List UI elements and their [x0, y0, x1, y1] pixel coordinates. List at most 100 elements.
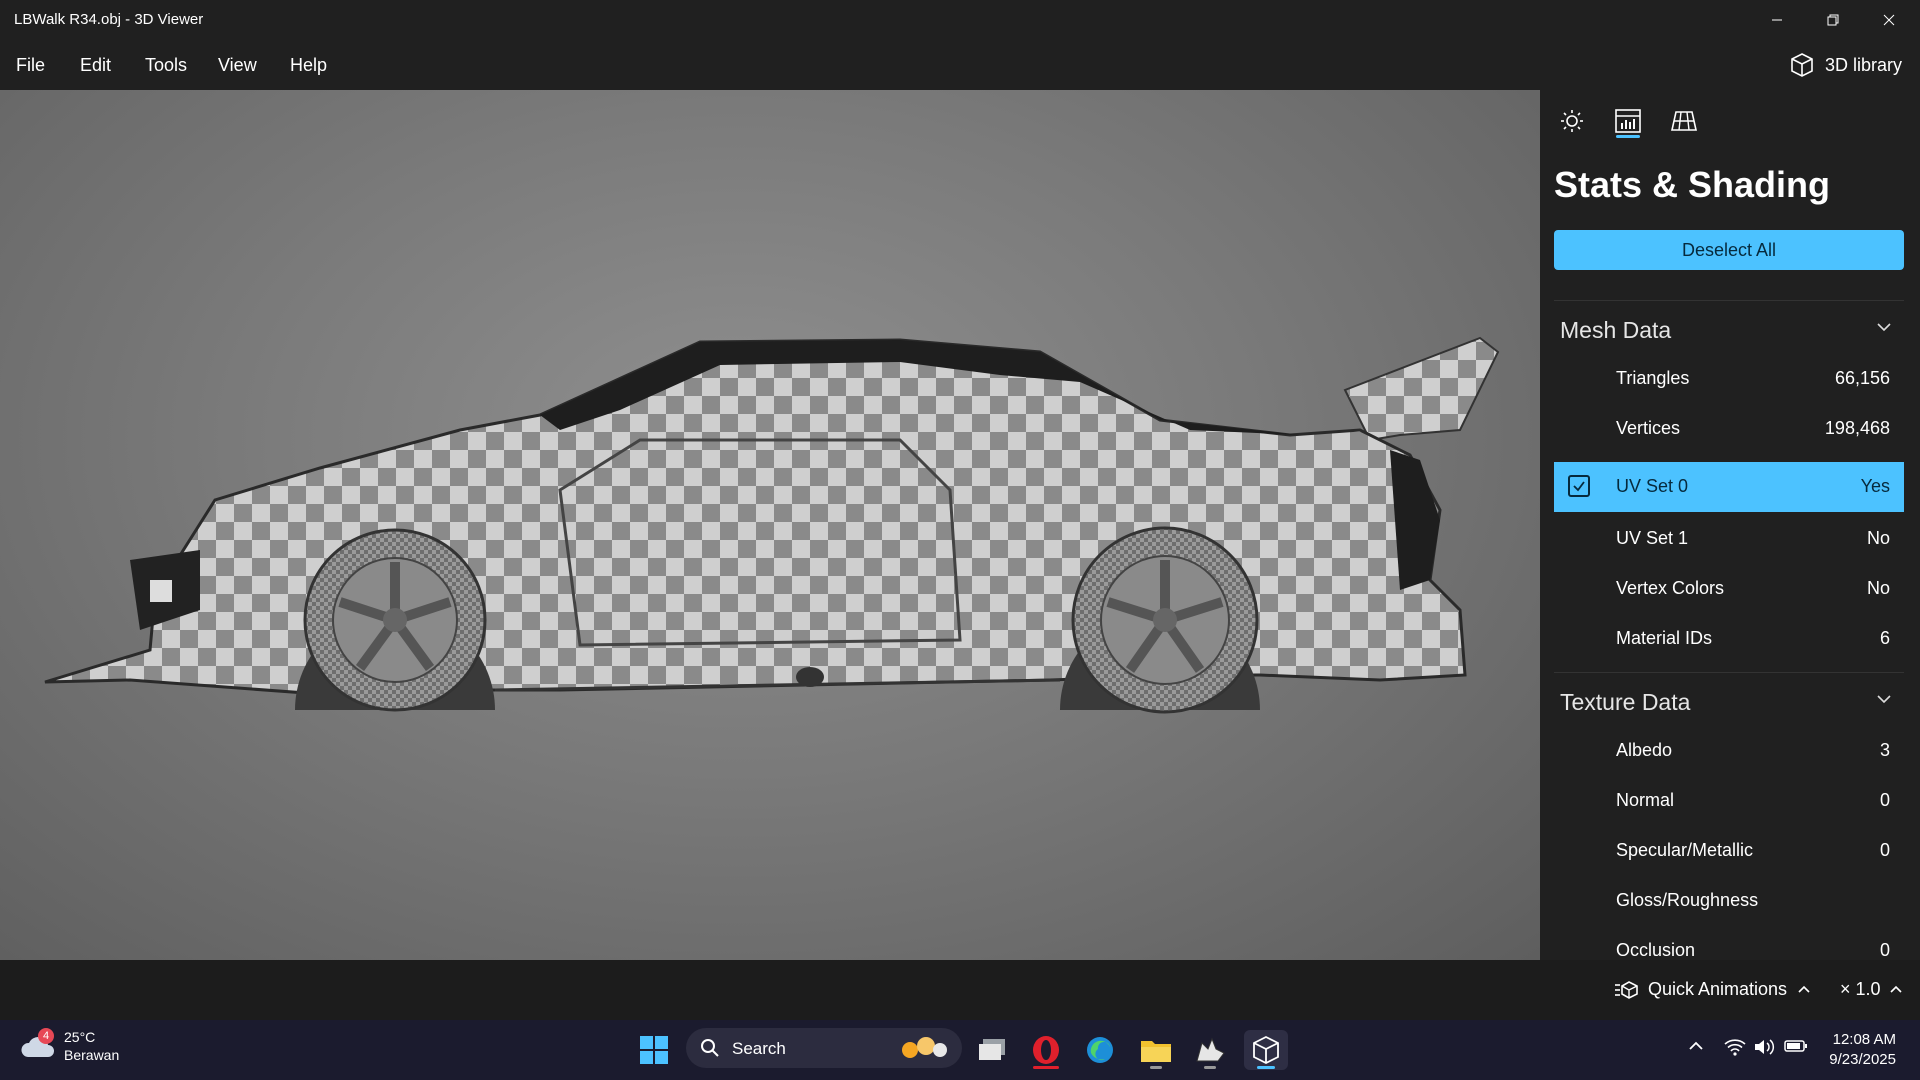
close-button[interactable] — [1862, 0, 1916, 40]
texture-row-specular: Specular/Metallic 0 — [1554, 826, 1904, 876]
3d-library-button[interactable]: 3D library — [1789, 52, 1902, 78]
row-label: Specular/Metallic — [1616, 840, 1754, 860]
mesh-row-uv-set-1[interactable]: UV Set 1 No — [1554, 514, 1904, 564]
row-value: 0 — [1879, 840, 1890, 860]
mesh-row-vertex-colors[interactable]: Vertex Colors No — [1554, 564, 1904, 614]
battery-icon[interactable] — [1784, 1038, 1808, 1054]
texture-row-albedo: Albedo 3 — [1554, 726, 1904, 776]
deselect-all-button[interactable]: Deselect All — [1554, 230, 1904, 270]
weather-condition: Berawan — [64, 1047, 120, 1063]
row-label: Triangles — [1616, 368, 1690, 388]
volume-icon[interactable] — [1754, 1038, 1776, 1056]
panel-title: Stats & Shading — [1554, 164, 1831, 205]
tab-stats[interactable] — [1610, 104, 1646, 138]
cube-icon — [1791, 53, 1813, 77]
search-label: Search — [732, 1039, 786, 1058]
chevron-up-icon — [1889, 985, 1902, 993]
clock-date: 9/23/2025 — [1829, 1051, 1896, 1068]
row-value: 3 — [1879, 740, 1890, 760]
weather-temp: 25°C — [64, 1029, 96, 1045]
speed-label: × 1.0 — [1840, 979, 1881, 999]
row-label: Vertices — [1616, 418, 1681, 438]
edge-button[interactable] — [1078, 1030, 1122, 1070]
row-value: Yes — [1860, 476, 1890, 496]
texture-row-normal: Normal 0 — [1554, 776, 1904, 826]
tab-grid[interactable] — [1666, 104, 1702, 138]
row-value: 0 — [1879, 790, 1890, 810]
row-label: Vertex Colors — [1616, 578, 1725, 598]
front-wheel — [303, 528, 487, 712]
restore-icon — [1827, 14, 1839, 26]
stats-icon — [1615, 109, 1641, 133]
menu-edit[interactable]: Edit — [80, 55, 111, 76]
file-explorer-icon — [1141, 1041, 1171, 1062]
animation-icon — [1615, 980, 1638, 999]
weather-badge: 4 — [38, 1028, 54, 1044]
menu-file[interactable]: File — [16, 55, 45, 76]
row-label: Occlusion — [1616, 940, 1696, 960]
task-view-button[interactable] — [970, 1030, 1014, 1070]
weather-widget[interactable]: 4 25°C Berawan — [20, 1028, 119, 1064]
stats-panel: Stats & Shading Deselect All Mesh Data T… — [1540, 90, 1920, 960]
row-value: 0 — [1879, 940, 1890, 960]
restore-button[interactable] — [1806, 0, 1860, 40]
minimize-button[interactable] — [1750, 0, 1804, 40]
texture-row-occlusion: Occlusion 0 — [1554, 926, 1904, 960]
title-bar: LBWalk R34.obj - 3D Viewer — [0, 0, 1920, 40]
menu-bar: File Edit Tools View Help 3D library — [0, 40, 1920, 90]
row-value: No — [1866, 528, 1890, 548]
search-highlight-icon — [902, 1037, 947, 1058]
active-tab-indicator — [1616, 135, 1640, 138]
playback-speed-button[interactable]: × 1.0 — [1840, 979, 1903, 1000]
clock[interactable]: 12:08 AM 9/23/2025 — [1829, 1030, 1896, 1070]
mesh-row-material-ids[interactable]: Material IDs 6 — [1554, 614, 1904, 664]
row-label: UV Set 0 — [1616, 476, 1689, 496]
row-value: 198,468 — [1824, 418, 1890, 438]
rhino-button[interactable] — [1188, 1030, 1232, 1070]
mesh-row-uv-set-0[interactable]: UV Set 0 Yes — [1554, 462, 1904, 512]
3d-viewer-button[interactable] — [1244, 1030, 1288, 1070]
mesh-data-title: Mesh Data — [1560, 317, 1672, 343]
close-icon — [1883, 14, 1895, 26]
running-indicator — [1204, 1066, 1216, 1069]
running-indicator — [1033, 1066, 1059, 1069]
texture-data-header[interactable]: Texture Data — [1554, 672, 1904, 723]
taskbar-search[interactable]: Search — [686, 1028, 962, 1068]
bottom-bar: Quick Animations × 1.0 — [0, 960, 1920, 1020]
chevron-down-icon — [1877, 323, 1891, 332]
quick-animations-label: Quick Animations — [1648, 979, 1788, 999]
start-button[interactable] — [632, 1030, 676, 1070]
mesh-row-triangles: Triangles 66,156 — [1554, 354, 1904, 404]
sun-icon — [1561, 110, 1583, 132]
opera-button[interactable] — [1024, 1030, 1068, 1070]
menu-view[interactable]: View — [218, 55, 257, 76]
3d-viewport[interactable] — [0, 90, 1540, 960]
file-explorer-button[interactable] — [1134, 1030, 1178, 1070]
rhino-icon — [1196, 1037, 1225, 1062]
quick-animations-button[interactable]: Quick Animations — [1614, 979, 1811, 1000]
mesh-data-header[interactable]: Mesh Data — [1554, 300, 1904, 351]
menu-tools[interactable]: Tools — [145, 55, 187, 76]
window-title: LBWalk R34.obj - 3D Viewer — [14, 11, 204, 28]
row-value: 66,156 — [1834, 368, 1890, 388]
mesh-row-vertices: Vertices 198,468 — [1554, 404, 1904, 454]
row-label: Material IDs — [1616, 628, 1713, 648]
row-label: Normal — [1616, 790, 1675, 810]
row-label: UV Set 1 — [1616, 528, 1689, 548]
3d-library-label: 3D library — [1824, 54, 1902, 75]
texture-data-title: Texture Data — [1560, 689, 1691, 715]
chevron-down-icon — [1877, 695, 1891, 704]
rear-wheel — [1071, 526, 1259, 714]
wifi-icon[interactable] — [1724, 1038, 1746, 1056]
search-icon — [701, 1039, 719, 1057]
grid-icon — [1671, 111, 1697, 131]
car-model — [44, 336, 1500, 714]
chevron-up-icon[interactable] — [1688, 1038, 1704, 1054]
menu-help[interactable]: Help — [290, 55, 327, 76]
tab-lighting[interactable] — [1554, 104, 1590, 138]
3d-viewer-icon — [1253, 1035, 1279, 1065]
edge-icon — [1087, 1037, 1113, 1063]
checkmark-icon — [1573, 481, 1585, 492]
uv-set-0-checkbox[interactable] — [1568, 475, 1590, 497]
running-indicator — [1150, 1066, 1162, 1069]
